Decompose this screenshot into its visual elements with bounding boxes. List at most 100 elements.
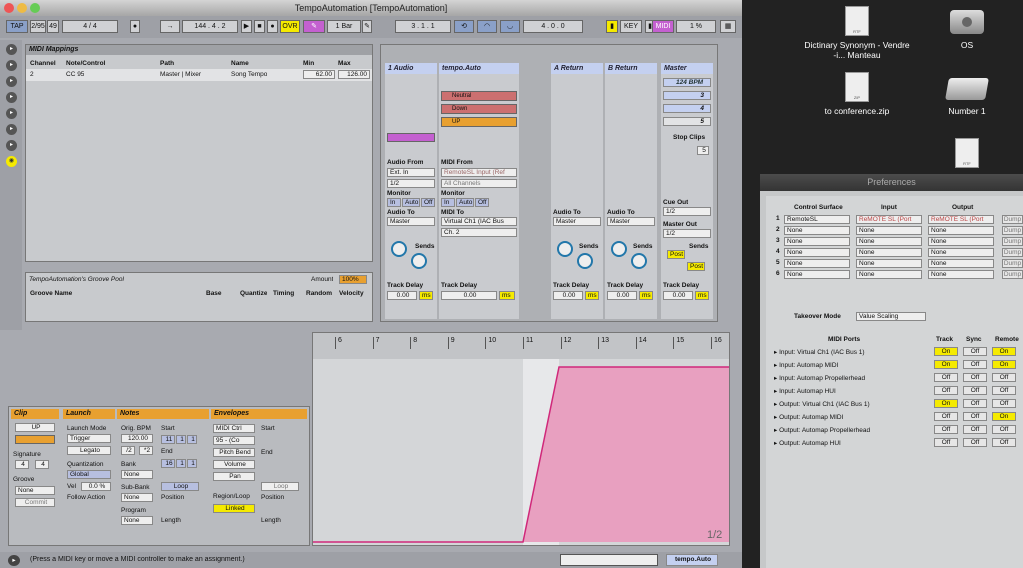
mapping-min-field[interactable]: 62.00 bbox=[303, 70, 335, 79]
play-icon[interactable]: ▶ bbox=[241, 20, 252, 33]
file-browser-3-icon[interactable]: ▸ bbox=[6, 76, 17, 87]
list-item[interactable]: ▸ Output: Automap Propellerhead bbox=[774, 426, 870, 434]
control-surface-select[interactable]: None bbox=[784, 226, 850, 235]
track-2-midi-from-select[interactable]: RemoteSL Input (Ref bbox=[441, 168, 517, 177]
desktop-disk-number1[interactable]: Number 1 bbox=[932, 72, 1002, 116]
stop-icon[interactable]: ■ bbox=[254, 20, 265, 33]
port-remote-toggle[interactable]: Off bbox=[992, 373, 1016, 382]
minimize-icon[interactable] bbox=[17, 3, 27, 13]
port-track-toggle[interactable]: Off bbox=[934, 438, 958, 447]
return-a-delay-ms[interactable]: ms bbox=[585, 291, 599, 300]
groove-amount-field[interactable]: 100% bbox=[339, 275, 367, 284]
start-bar-field[interactable]: 11 bbox=[161, 435, 175, 444]
clip-up[interactable]: UP bbox=[441, 117, 517, 127]
half-tempo-button[interactable]: /2 bbox=[121, 446, 135, 455]
groove-select[interactable]: None bbox=[15, 486, 55, 495]
port-sync-toggle[interactable]: Off bbox=[963, 360, 987, 369]
control-surface-select[interactable]: None bbox=[784, 237, 850, 246]
sub-bank-select[interactable]: None bbox=[121, 493, 153, 502]
surface-input-select[interactable]: None bbox=[856, 259, 922, 268]
track-2-monitor-off[interactable]: Off bbox=[475, 198, 489, 207]
port-remote-toggle[interactable]: Off bbox=[992, 425, 1016, 434]
return-b-delay-ms[interactable]: ms bbox=[639, 291, 653, 300]
port-sync-toggle[interactable]: Off bbox=[963, 438, 987, 447]
legato-button[interactable]: Legato bbox=[67, 446, 111, 455]
return-a-send-a-knob[interactable] bbox=[557, 241, 573, 257]
file-browser-2-icon[interactable]: ▸ bbox=[6, 60, 17, 71]
launch-mode-select[interactable]: Trigger bbox=[67, 434, 111, 443]
loop-switch-icon[interactable]: ⟲ bbox=[454, 20, 474, 33]
post-button-b[interactable]: Post bbox=[687, 262, 705, 271]
track-1-audio-to-select[interactable]: Master bbox=[387, 217, 435, 226]
control-surface-select[interactable]: None bbox=[784, 248, 850, 257]
loop-length-field[interactable]: 4 . 0 . 0 bbox=[523, 20, 583, 33]
table-row[interactable]: 2 CC 95 Master | Mixer Song Tempo 62.00 … bbox=[26, 69, 372, 81]
track-1-monitor-in[interactable]: In bbox=[387, 198, 401, 207]
scene-3[interactable]: 3 bbox=[663, 91, 711, 100]
port-track-toggle[interactable]: On bbox=[934, 399, 958, 408]
tap-button[interactable]: TAP bbox=[6, 20, 28, 33]
port-track-toggle[interactable]: On bbox=[934, 360, 958, 369]
track-2-delay-field[interactable]: 0.00 bbox=[441, 291, 497, 300]
tempo-field[interactable]: 144 . 4 . 2 bbox=[182, 20, 238, 33]
track-1-clip-slot[interactable] bbox=[387, 133, 435, 142]
list-item[interactable]: ▸ Input: Automap Propellerhead bbox=[774, 374, 865, 382]
track-2-header[interactable]: tempo.Auto bbox=[439, 63, 519, 74]
file-browser-icon[interactable]: ▸ bbox=[6, 44, 17, 55]
dump-button[interactable]: Dump bbox=[1002, 248, 1023, 257]
metronome-icon[interactable]: ● bbox=[130, 20, 140, 33]
dump-button[interactable]: Dump bbox=[1002, 215, 1023, 224]
overview-scrollbar[interactable] bbox=[560, 554, 658, 566]
takeover-mode-select[interactable]: Value Scaling bbox=[856, 312, 926, 321]
dump-button[interactable]: Dump bbox=[1002, 237, 1023, 246]
master-header[interactable]: Master bbox=[661, 63, 713, 74]
control-surface-select[interactable]: None bbox=[784, 259, 850, 268]
follow-icon[interactable]: → bbox=[160, 20, 180, 33]
record-icon[interactable]: ● bbox=[267, 20, 278, 33]
end-beat-field[interactable]: 1 bbox=[176, 459, 186, 468]
track-2-midi-to-select[interactable]: Virtual Ch1 (IAC Bus bbox=[441, 217, 517, 226]
start-sixteenth-field[interactable]: 1 bbox=[187, 435, 197, 444]
port-track-toggle[interactable]: On bbox=[934, 347, 958, 356]
surface-output-select[interactable]: None bbox=[928, 248, 994, 257]
track-1-header[interactable]: 1 Audio bbox=[385, 63, 437, 74]
meter-field[interactable]: 4 / 4 bbox=[62, 20, 118, 33]
surface-input-select[interactable]: ReMOTE SL (Port bbox=[856, 215, 922, 224]
list-item[interactable]: ▸ Output: Virtual Ch1 (IAC Bus 1) bbox=[774, 400, 870, 408]
port-sync-toggle[interactable]: Off bbox=[963, 412, 987, 421]
scene-4[interactable]: 4 bbox=[663, 104, 711, 113]
desktop-file-rtf[interactable]: RTF Dictinary Synonym - Vendre -i... Man… bbox=[802, 6, 912, 60]
dump-button[interactable]: Dump bbox=[1002, 259, 1023, 268]
surface-input-select[interactable]: None bbox=[856, 270, 922, 279]
clip-color-swatch[interactable] bbox=[15, 435, 55, 444]
port-track-toggle[interactable]: Off bbox=[934, 412, 958, 421]
clip-name-field[interactable]: UP bbox=[15, 423, 55, 432]
close-icon[interactable] bbox=[4, 3, 14, 13]
dump-button[interactable]: Dump bbox=[1002, 226, 1023, 235]
port-track-toggle[interactable]: Off bbox=[934, 386, 958, 395]
track-1-delay-field[interactable]: 0.00 bbox=[387, 291, 417, 300]
surface-input-select[interactable]: None bbox=[856, 226, 922, 235]
scene-tempo[interactable]: 124 BPM bbox=[663, 78, 711, 87]
master-delay-field[interactable]: 0.00 bbox=[663, 291, 693, 300]
plugin-browser-3-icon[interactable]: ▸ bbox=[6, 140, 17, 151]
track-2-channel-select[interactable]: All Channels bbox=[441, 179, 517, 188]
window-titlebar[interactable]: TempoAutomation [TempoAutomation] bbox=[0, 0, 742, 16]
plugin-browser-icon[interactable]: ▸ bbox=[6, 108, 17, 119]
track-1-delay-ms[interactable]: ms bbox=[419, 291, 433, 300]
mapping-max-field[interactable]: 126.00 bbox=[338, 70, 370, 79]
signature-numerator[interactable]: 4 bbox=[15, 460, 29, 469]
control-surface-select[interactable]: None bbox=[784, 270, 850, 279]
surface-output-select[interactable]: ReMOTE SL (Port bbox=[928, 215, 994, 224]
linked-button[interactable]: Linked bbox=[213, 504, 255, 513]
track-1-audio-from-select[interactable]: Ext. In bbox=[387, 168, 435, 177]
punch-in-icon[interactable]: ◠ bbox=[477, 20, 497, 33]
end-sixteenth-field[interactable]: 1 bbox=[187, 459, 197, 468]
quantization-select[interactable]: 1 Bar bbox=[327, 20, 361, 33]
return-b-audio-to-select[interactable]: Master bbox=[607, 217, 655, 226]
loop-button[interactable]: Loop bbox=[161, 482, 199, 491]
stop-clips-button[interactable]: Stop Clips bbox=[673, 134, 705, 141]
orig-bpm-field[interactable]: 120.00 bbox=[121, 434, 153, 443]
port-remote-toggle[interactable]: Off bbox=[992, 386, 1016, 395]
surface-input-select[interactable]: None bbox=[856, 248, 922, 257]
